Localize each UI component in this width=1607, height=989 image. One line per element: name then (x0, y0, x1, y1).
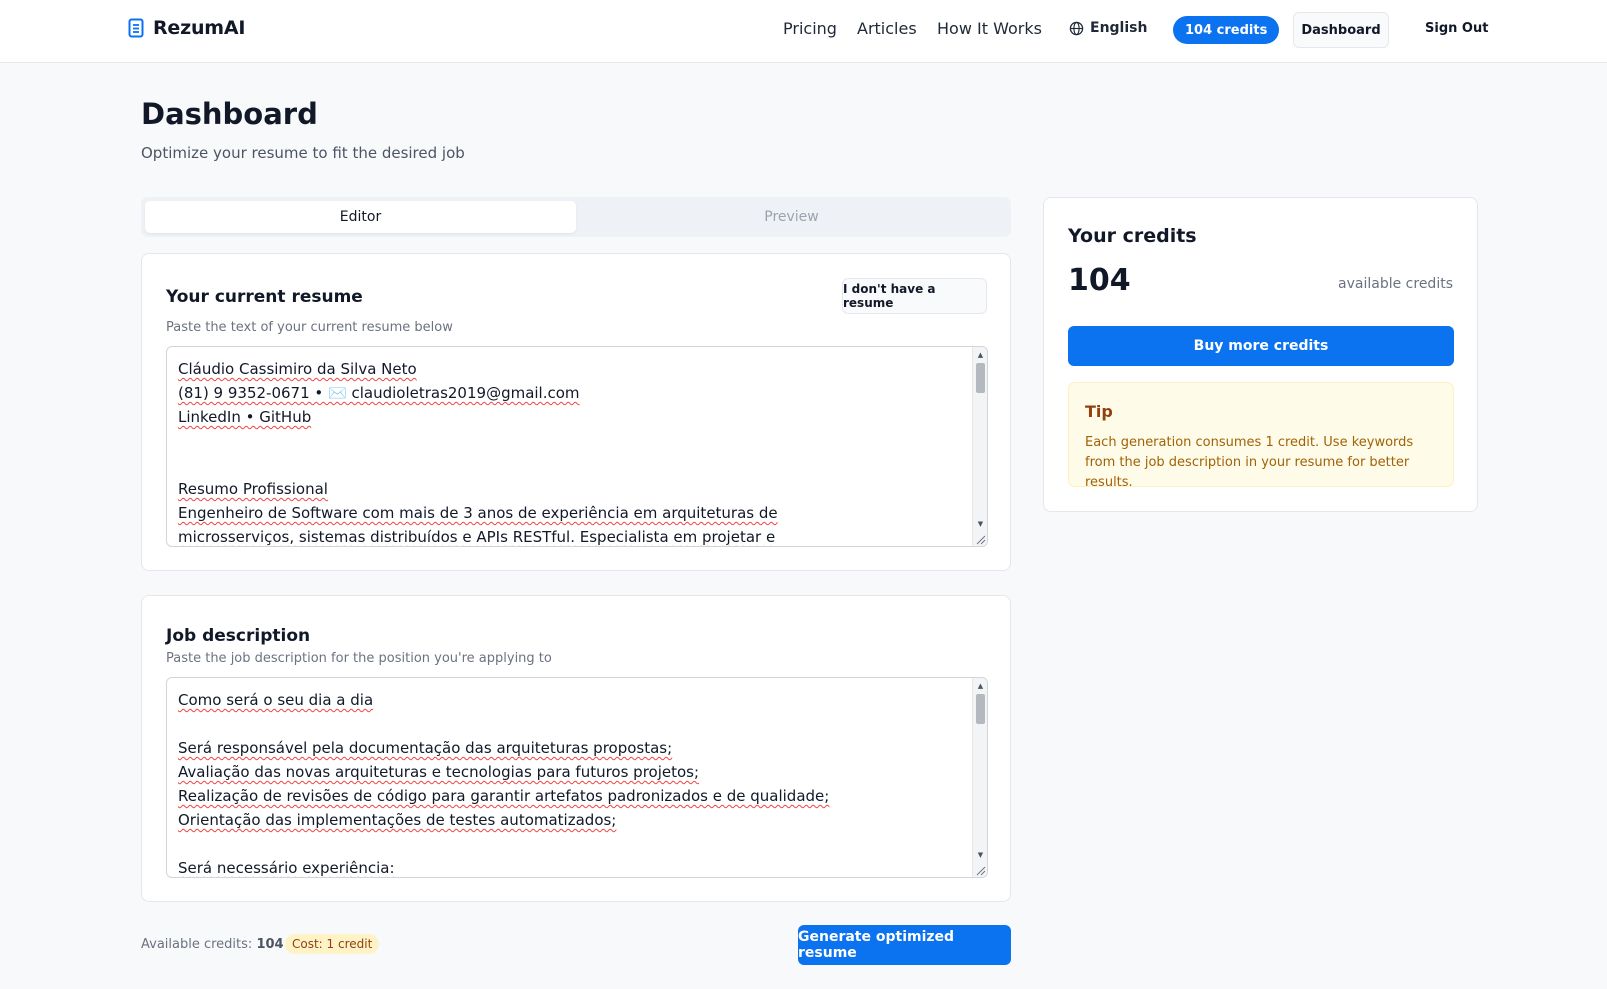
available-credits-value: 104 (256, 937, 284, 952)
resize-grip-icon[interactable] (974, 533, 986, 545)
job-title: Job description (166, 626, 311, 646)
no-resume-button[interactable]: I don't have a resume (842, 278, 987, 314)
credits-number: 104 (1068, 263, 1131, 298)
sign-out-button[interactable]: Sign Out (1425, 21, 1488, 36)
tip-title: Tip (1085, 402, 1113, 421)
credits-card: Your credits 104 available credits Buy m… (1043, 197, 1478, 512)
job-subtitle: Paste the job description for the positi… (166, 651, 552, 666)
dashboard-button[interactable]: Dashboard (1293, 12, 1389, 48)
scroll-up-icon[interactable]: ▲ (976, 351, 985, 359)
resume-title: Your current resume (166, 287, 363, 307)
credits-available-label: available credits (1338, 276, 1453, 292)
generate-button[interactable]: Generate optimized resume (798, 925, 1011, 965)
job-text: Como será o seu dia a dia Será responsáv… (178, 691, 830, 877)
editor-preview-tabs: Editor Preview (141, 197, 1011, 237)
language-label: English (1090, 20, 1148, 36)
buy-credits-button[interactable]: Buy more credits (1068, 326, 1454, 366)
resume-textarea[interactable]: Cláudio Cassimiro da Silva Neto (81) 9 9… (166, 346, 988, 547)
scroll-thumb[interactable] (976, 694, 985, 724)
brand-name: RezumAI (153, 17, 246, 39)
page-title: Dashboard (141, 97, 318, 131)
scroll-up-icon[interactable]: ▲ (976, 682, 985, 690)
language-selector[interactable]: English (1069, 20, 1147, 36)
scroll-down-icon[interactable]: ▼ (976, 520, 985, 528)
available-credits-line: Available credits: 104 (141, 937, 284, 952)
brand[interactable]: RezumAI (128, 17, 245, 39)
resume-subtitle: Paste the text of your current resume be… (166, 320, 453, 335)
document-icon (128, 18, 144, 38)
scroll-down-icon[interactable]: ▼ (976, 851, 985, 859)
resume-scrollbar[interactable]: ▲ ▼ (972, 347, 987, 546)
scroll-thumb[interactable] (976, 363, 985, 393)
nav-how-it-works[interactable]: How It Works (937, 19, 1042, 38)
page-subtitle: Optimize your resume to fit the desired … (141, 144, 465, 162)
credits-card-title: Your credits (1068, 225, 1197, 247)
tab-preview[interactable]: Preview (576, 201, 1007, 233)
resize-grip-icon[interactable] (974, 864, 986, 876)
globe-icon (1069, 21, 1084, 35)
job-scrollbar[interactable]: ▲ ▼ (972, 678, 987, 877)
cost-badge: Cost: 1 credit (285, 934, 380, 954)
tab-editor[interactable]: Editor (145, 201, 576, 233)
credits-pill[interactable]: 104 credits (1173, 16, 1280, 44)
tip-text: Each generation consumes 1 credit. Use k… (1085, 435, 1414, 490)
top-navbar: RezumAI Pricing Articles How It Works En… (0, 0, 1607, 63)
tip-box: Tip Each generation consumes 1 credit. U… (1068, 382, 1454, 490)
nav-articles[interactable]: Articles (857, 19, 917, 38)
job-description-textarea[interactable]: Como será o seu dia a dia Será responsáv… (166, 677, 988, 878)
resume-text: Cláudio Cassimiro da Silva Neto (81) 9 9… (178, 360, 778, 546)
available-credits-label: Available credits: (141, 937, 253, 952)
job-description-card: Job description Paste the job descriptio… (141, 595, 1011, 902)
nav-pricing[interactable]: Pricing (783, 19, 837, 38)
